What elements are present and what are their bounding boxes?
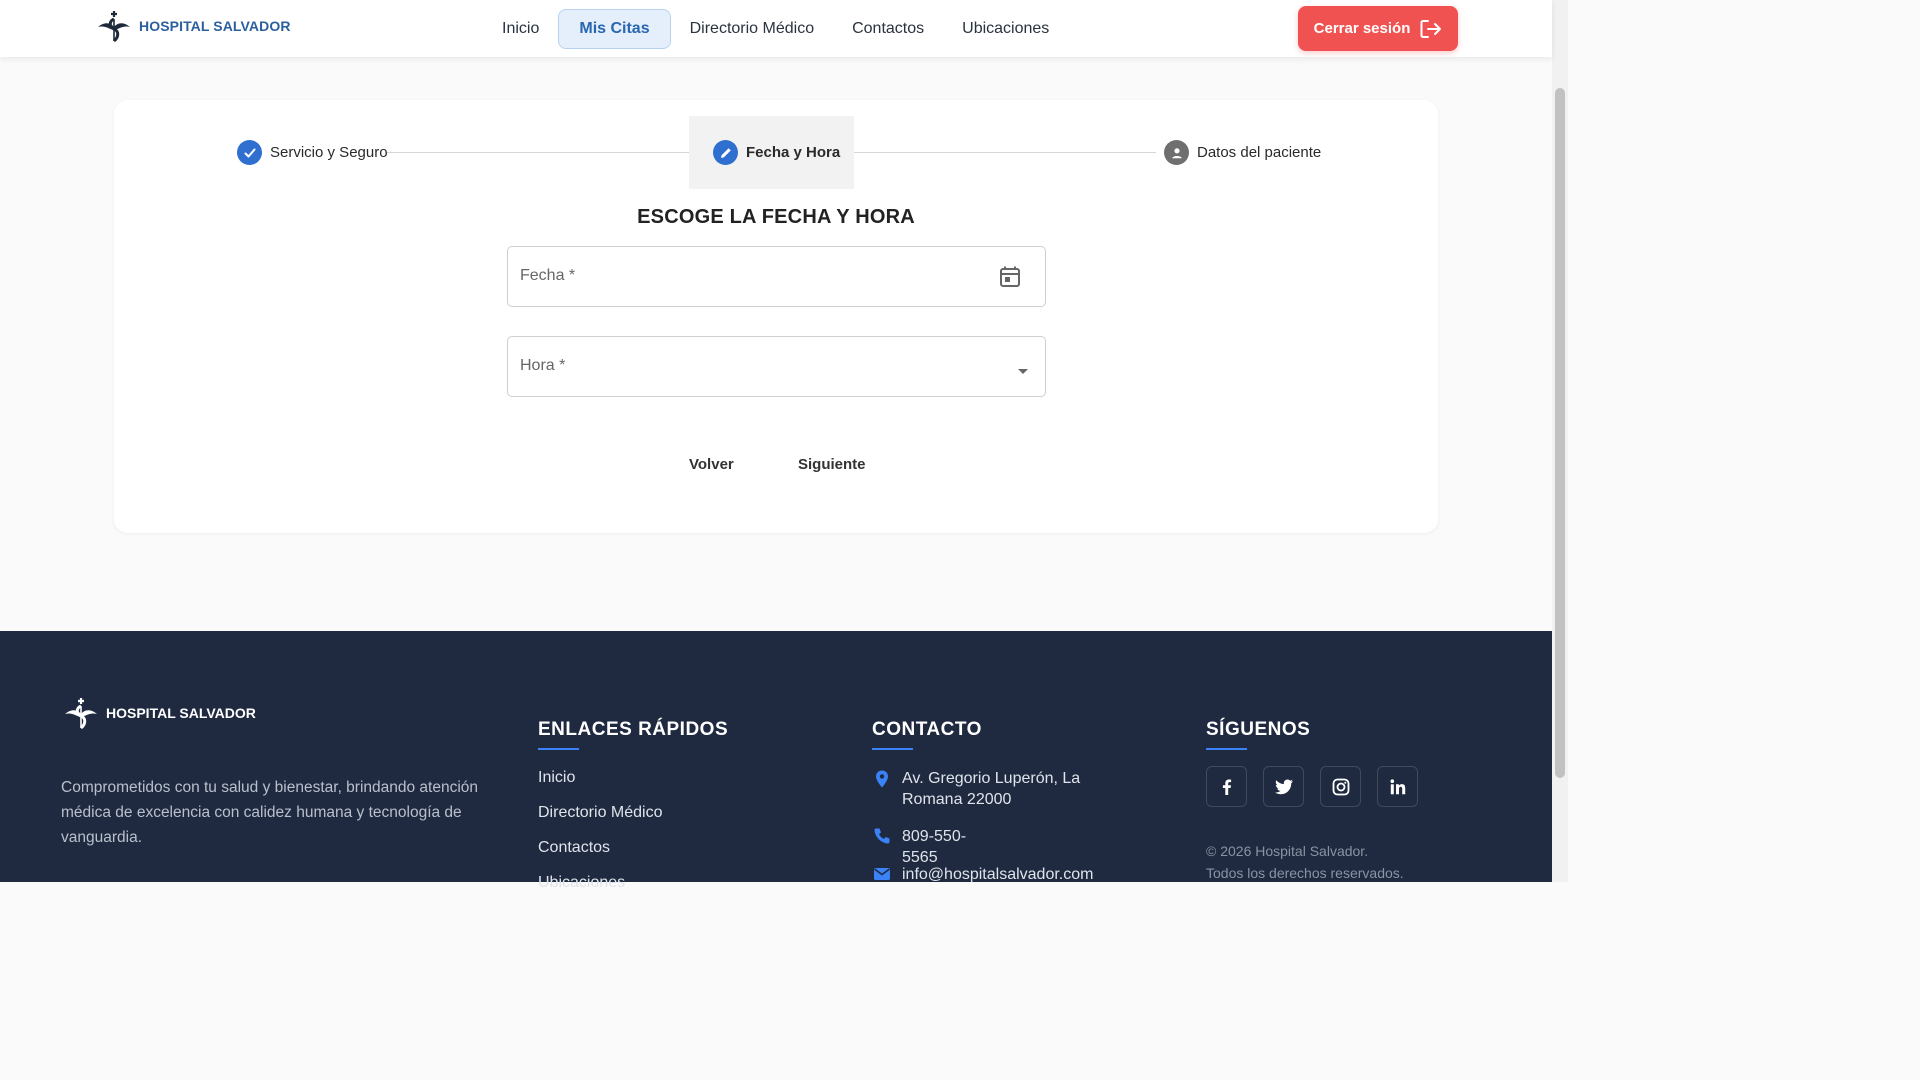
scrollbar-thumb[interactable]: [1555, 88, 1565, 778]
brand-logo[interactable]: HOSPITAL SALVADOR: [95, 9, 291, 43]
contact-phone[interactable]: 809-550-5565: [872, 826, 982, 868]
brand-name: HOSPITAL SALVADOR: [139, 18, 291, 34]
phone-text: 809-550-5565: [902, 828, 967, 866]
date-field-label: Fecha *: [520, 267, 576, 284]
hospital-logo-icon: [98, 11, 130, 43]
date-field[interactable]: Fecha *: [507, 246, 1046, 307]
stepper: Servicio y Seguro Fecha y Hora Datos del…: [114, 116, 1438, 189]
footer-link-inicio[interactable]: Inicio: [538, 769, 575, 787]
facebook-icon[interactable]: [1206, 766, 1247, 807]
address-text: Av. Gregorio Luperón, La Romana 22000: [902, 770, 1081, 808]
dropdown-arrow-icon: [1017, 363, 1029, 381]
step-connector: [854, 152, 1156, 153]
step-label: Fecha y Hora: [746, 144, 841, 161]
contact-section: CONTACTO Av. Gregorio Luperón, La Romana…: [872, 719, 1093, 883]
page-scrollbar[interactable]: [1552, 0, 1568, 882]
site-footer: HOSPITAL SALVADOR Comprometidos con tu s…: [0, 631, 1552, 891]
step-servicio-seguro[interactable]: Servicio y Seguro: [237, 116, 388, 189]
hospital-logo-icon: [65, 698, 97, 730]
contact-heading: CONTACTO: [872, 719, 982, 740]
heading-underline: [1206, 748, 1247, 750]
logout-button[interactable]: Cerrar sesión: [1298, 6, 1458, 51]
nav-contactos[interactable]: Contactos: [833, 9, 943, 49]
social-links: [1206, 766, 1418, 807]
linkedin-icon[interactable]: [1377, 766, 1418, 807]
copyright-line-2: Todos los derechos reservados.: [1206, 865, 1404, 881]
footer-brand-name: HOSPITAL SALVADOR: [106, 705, 256, 721]
footer-description: Comprometidos con tu salud y bienestar, …: [61, 779, 479, 846]
nav-inicio[interactable]: Inicio: [483, 9, 558, 49]
form-title: ESCOGE LA FECHA Y HORA: [637, 206, 915, 228]
footer-logo[interactable]: HOSPITAL SALVADOR: [62, 696, 256, 730]
contact-address: Av. Gregorio Luperón, La Romana 22000: [872, 768, 1142, 810]
logout-icon: [1420, 19, 1442, 38]
step-datos-paciente[interactable]: Datos del paciente: [1164, 116, 1321, 189]
email-text: info@hospitalsalvador.com: [902, 866, 1094, 883]
copyright: © 2026 Hospital Salvador. Todos los dere…: [1206, 840, 1466, 884]
next-button[interactable]: Siguiente: [798, 456, 866, 473]
email-icon: [874, 868, 890, 880]
phone-icon: [874, 828, 890, 844]
social-heading: SÍGUENOS: [1206, 719, 1311, 740]
footer-link-ubicaciones[interactable]: Ubicaciones: [538, 874, 625, 892]
back-button[interactable]: Volver: [689, 456, 734, 473]
time-select[interactable]: Hora *: [507, 336, 1046, 397]
quick-links-section: ENLACES RÁPIDOS Inicio Directorio Médico…: [538, 719, 729, 891]
social-section: SÍGUENOS © 2026 Hospital Salvador. Todos…: [1206, 719, 1418, 881]
copyright-line-1: © 2026 Hospital Salvador.: [1206, 843, 1369, 859]
calendar-icon[interactable]: [999, 265, 1021, 294]
appointment-card: Servicio y Seguro Fecha y Hora Datos del…: [114, 100, 1438, 533]
quick-links-heading: ENLACES RÁPIDOS: [538, 719, 729, 740]
step-fecha-hora[interactable]: Fecha y Hora: [689, 116, 854, 189]
step-label: Servicio y Seguro: [270, 144, 388, 161]
instagram-icon[interactable]: [1320, 766, 1361, 807]
contact-email[interactable]: info@hospitalsalvador.com: [872, 864, 1093, 885]
nav-ubicaciones[interactable]: Ubicaciones: [943, 9, 1068, 49]
pencil-icon: [713, 140, 738, 165]
main-nav: Inicio Mis Citas Directorio Médico Conta…: [483, 9, 1068, 49]
location-pin-icon: [876, 770, 888, 788]
time-select-label: Hora *: [520, 357, 566, 374]
heading-underline: [872, 748, 913, 750]
nav-directorio-medico[interactable]: Directorio Médico: [671, 9, 833, 49]
step-connector: [386, 152, 689, 153]
footer-link-contactos[interactable]: Contactos: [538, 839, 610, 857]
person-icon: [1164, 140, 1189, 165]
top-navbar: HOSPITAL SALVADOR Inicio Mis Citas Direc…: [0, 0, 1552, 57]
heading-underline: [538, 748, 579, 750]
logout-label: Cerrar sesión: [1313, 20, 1411, 37]
twitter-icon[interactable]: [1263, 766, 1304, 807]
check-icon: [237, 140, 262, 165]
step-label: Datos del paciente: [1197, 144, 1322, 161]
footer-link-directorio[interactable]: Directorio Médico: [538, 804, 662, 822]
nav-mis-citas[interactable]: Mis Citas: [558, 9, 671, 49]
